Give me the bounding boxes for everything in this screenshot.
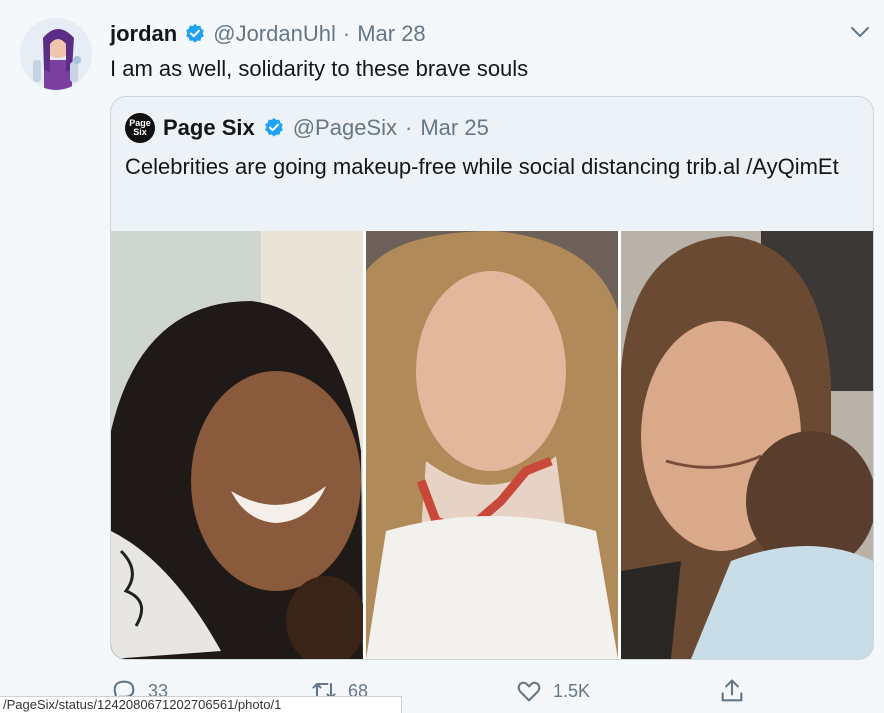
separator-dot: · [405, 115, 413, 140]
author-handle[interactable]: @JordanUhl [213, 21, 336, 47]
logo-text-six: Six [133, 127, 147, 137]
verified-badge-icon [264, 117, 283, 137]
share-button[interactable] [718, 674, 746, 708]
tweet-text: I am as well, solidarity to these brave … [110, 56, 529, 81]
separator-dot: · [342, 21, 351, 46]
photo-2[interactable] [366, 231, 618, 659]
author-name[interactable]: jordan [110, 21, 177, 47]
quoted-header: Page Six Page Six @PageSix · Mar 25 [125, 113, 489, 143]
quoted-author-name[interactable]: Page Six [163, 115, 255, 141]
photo-3-image [621, 231, 873, 659]
photo-grid [111, 231, 873, 659]
avatar[interactable] [20, 18, 92, 90]
quoted-date[interactable]: Mar 25 [420, 115, 488, 141]
page-six-logo: Page Six [125, 113, 155, 143]
chevron-down-icon[interactable] [848, 20, 872, 44]
like-button[interactable]: 1.5K [515, 674, 590, 708]
tweet-date[interactable]: Mar 28 [357, 21, 425, 47]
quoted-author-handle[interactable]: @PageSix [293, 115, 397, 141]
tweet-header: jordan @JordanUhl · Mar 28 [110, 20, 426, 48]
tweet: jordan @JordanUhl · Mar 28 I am as well,… [0, 0, 884, 713]
share-icon [721, 679, 743, 702]
photo-2-image [366, 231, 618, 659]
photo-1-image [111, 231, 363, 659]
like-count: 1.5K [553, 680, 591, 701]
quoted-text: Celebrities are going makeup-free while … [125, 154, 839, 179]
quoted-tweet[interactable]: Page Six Page Six @PageSix · Mar 25 Celeb… [110, 96, 874, 660]
like-icon [517, 681, 541, 702]
status-bar-url: /PageSix/status/1242080671202706561/phot… [0, 696, 402, 713]
photo-1[interactable] [111, 231, 363, 659]
verified-badge-icon [186, 23, 205, 43]
photo-3[interactable] [621, 231, 873, 659]
avatar-illustration [20, 18, 92, 90]
